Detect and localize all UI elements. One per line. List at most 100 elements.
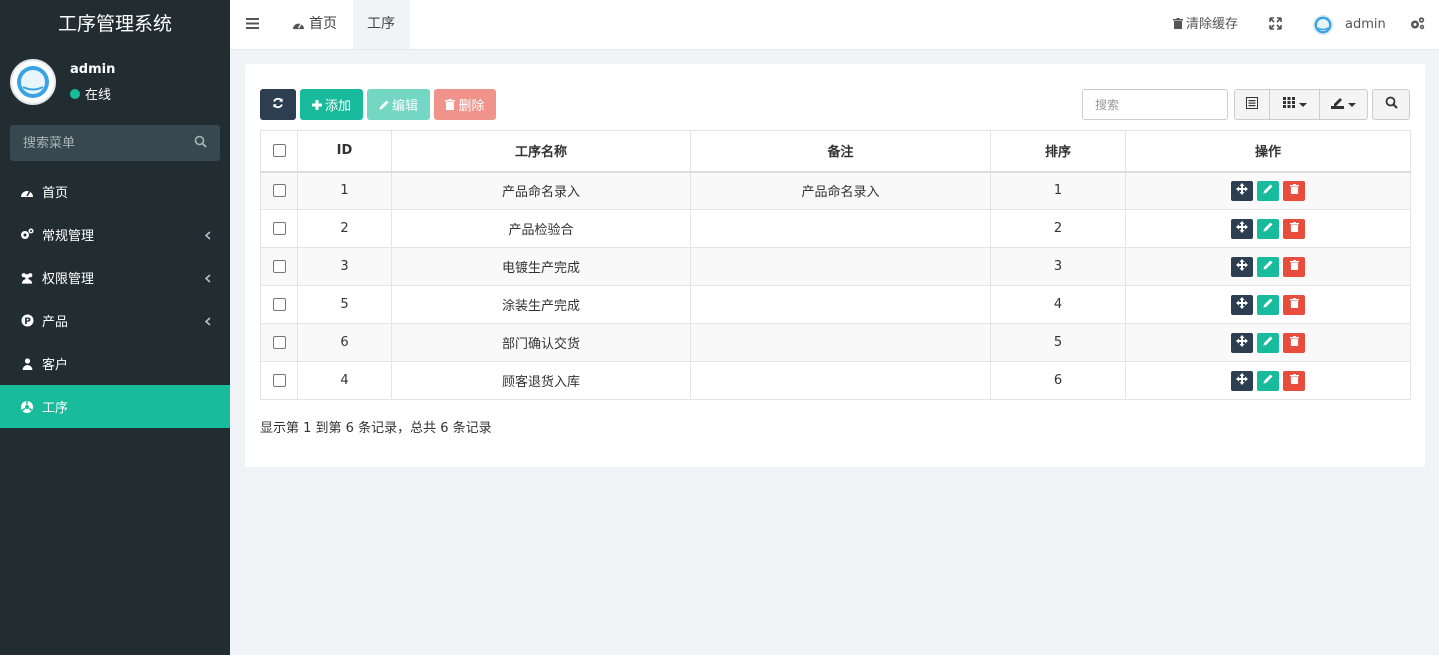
row-delete-button[interactable] bbox=[1283, 294, 1305, 315]
tab-process[interactable]: 工序 bbox=[353, 0, 410, 49]
app-brand[interactable]: 工序管理系统 bbox=[0, 0, 230, 50]
table-row[interactable]: 4 顾客退货入库 6 bbox=[260, 361, 1411, 400]
sidebar-item-permission[interactable]: 权限管理 bbox=[0, 256, 230, 299]
cell-sort: 6 bbox=[990, 361, 1126, 400]
tab-home[interactable]: 首页 bbox=[278, 0, 351, 49]
delete-label: 删除 bbox=[458, 99, 485, 114]
table-header-row: ID 工序名称 备注 排序 操作 bbox=[260, 130, 1411, 173]
row-delete-button[interactable] bbox=[1283, 256, 1305, 277]
sidebar-item-home[interactable]: 首页 bbox=[0, 170, 230, 213]
row-edit-button[interactable] bbox=[1257, 180, 1279, 201]
row-select-cell bbox=[260, 209, 298, 248]
drag-sort-button[interactable] bbox=[1231, 218, 1253, 239]
row-delete-button[interactable] bbox=[1283, 370, 1305, 391]
cell-sort: 4 bbox=[990, 285, 1126, 324]
trash-icon bbox=[1289, 373, 1299, 388]
hamburger-icon[interactable] bbox=[246, 17, 259, 34]
sidebar-item-customer[interactable]: 客户 bbox=[0, 342, 230, 385]
row-select-cell bbox=[260, 323, 298, 362]
drag-sort-button[interactable] bbox=[1231, 256, 1253, 277]
drag-sort-button[interactable] bbox=[1231, 180, 1253, 201]
add-button[interactable]: 添加 bbox=[300, 89, 363, 120]
drag-sort-button[interactable] bbox=[1231, 332, 1253, 353]
caret-down-icon bbox=[1298, 102, 1307, 107]
users-icon bbox=[20, 271, 34, 285]
select-all-checkbox[interactable] bbox=[272, 144, 286, 158]
sidebar-item-product[interactable]: P 产品 bbox=[0, 299, 230, 342]
row-delete-button[interactable] bbox=[1283, 332, 1305, 353]
drag-sort-button[interactable] bbox=[1231, 370, 1253, 391]
row-edit-button[interactable] bbox=[1257, 256, 1279, 277]
cell-name: 产品命名录入 bbox=[391, 171, 691, 210]
table-row[interactable]: 6 部门确认交货 5 bbox=[260, 323, 1411, 362]
move-icon bbox=[1236, 182, 1248, 199]
caret-down-icon bbox=[1348, 102, 1356, 107]
cell-name: 涂装生产完成 bbox=[391, 285, 691, 324]
fullscreen-icon[interactable] bbox=[1269, 17, 1282, 66]
cell-actions bbox=[1125, 209, 1411, 248]
drag-sort-button[interactable] bbox=[1231, 294, 1253, 315]
clear-cache-label: 清除缓存 bbox=[1186, 17, 1239, 32]
columns-dropdown-button[interactable] bbox=[1270, 90, 1320, 119]
search-icon[interactable] bbox=[194, 135, 207, 152]
cell-actions bbox=[1125, 361, 1411, 400]
delete-button[interactable]: 删除 bbox=[434, 89, 496, 120]
move-icon bbox=[1236, 258, 1248, 275]
sidebar-menu: 首页 常规管理 权限管理 P 产品 客户 工序 bbox=[0, 170, 230, 428]
cell-sort: 1 bbox=[990, 171, 1126, 210]
toggle-view-button[interactable] bbox=[1235, 90, 1270, 119]
column-header-sort[interactable]: 排序 bbox=[990, 130, 1126, 173]
pencil-icon bbox=[1263, 259, 1273, 274]
content-panel: 添加 编辑 删除 ID 工序名称 bbox=[245, 64, 1425, 467]
row-select-cell bbox=[260, 285, 298, 324]
row-select-cell bbox=[260, 247, 298, 286]
top-header: 首页 工序 清除缓存 admin bbox=[230, 0, 1439, 50]
pencil-icon bbox=[1263, 373, 1273, 388]
cell-id: 5 bbox=[297, 285, 392, 324]
table-row[interactable]: 5 涂装生产完成 4 bbox=[260, 285, 1411, 324]
row-edit-button[interactable] bbox=[1257, 294, 1279, 315]
row-checkbox[interactable] bbox=[272, 374, 286, 387]
advanced-search-button[interactable] bbox=[1372, 89, 1410, 120]
row-checkbox[interactable] bbox=[272, 184, 286, 198]
column-header-name[interactable]: 工序名称 bbox=[391, 130, 691, 173]
chevron-left-icon bbox=[204, 229, 211, 244]
cell-remark: 产品命名录入 bbox=[690, 171, 991, 210]
row-edit-button[interactable] bbox=[1257, 218, 1279, 239]
table-row[interactable]: 2 产品检验合 2 bbox=[260, 209, 1411, 248]
sidebar-item-process[interactable]: 工序 bbox=[0, 385, 230, 428]
menu-search-input[interactable] bbox=[10, 125, 220, 161]
table-search-input[interactable] bbox=[1083, 90, 1227, 119]
row-checkbox[interactable] bbox=[272, 336, 286, 349]
cell-remark bbox=[690, 285, 991, 324]
export-dropdown-button[interactable] bbox=[1320, 90, 1367, 119]
column-header-id[interactable]: ID bbox=[297, 130, 392, 173]
row-delete-button[interactable] bbox=[1283, 180, 1305, 201]
edit-button[interactable]: 编辑 bbox=[367, 89, 430, 120]
header-avatar[interactable] bbox=[1313, 15, 1333, 35]
table-row[interactable]: 1 产品命名录入 产品命名录入 1 bbox=[260, 171, 1411, 210]
move-icon bbox=[1236, 334, 1248, 351]
user-panel: admin 在线 bbox=[0, 50, 230, 115]
cogs-icon[interactable] bbox=[1410, 17, 1425, 66]
list-icon bbox=[1246, 96, 1258, 113]
cell-actions bbox=[1125, 285, 1411, 324]
column-header-remark[interactable]: 备注 bbox=[690, 130, 991, 173]
online-dot-icon bbox=[70, 88, 80, 99]
table-row[interactable]: 3 电镀生产完成 3 bbox=[260, 247, 1411, 286]
cell-actions bbox=[1125, 323, 1411, 362]
clear-cache-button[interactable]: 清除缓存 bbox=[1173, 0, 1238, 49]
plus-icon bbox=[311, 99, 322, 110]
cell-remark bbox=[690, 247, 991, 286]
row-edit-button[interactable] bbox=[1257, 370, 1279, 391]
refresh-button[interactable] bbox=[260, 89, 296, 120]
row-checkbox[interactable] bbox=[272, 298, 286, 311]
trash-icon bbox=[1289, 183, 1299, 198]
sidebar-item-general[interactable]: 常规管理 bbox=[0, 213, 230, 256]
row-checkbox[interactable] bbox=[272, 222, 286, 235]
row-edit-button[interactable] bbox=[1257, 332, 1279, 353]
header-user-name[interactable]: admin bbox=[1345, 0, 1386, 49]
row-checkbox[interactable] bbox=[272, 260, 286, 273]
pencil-icon bbox=[1263, 297, 1273, 312]
row-delete-button[interactable] bbox=[1283, 218, 1305, 239]
